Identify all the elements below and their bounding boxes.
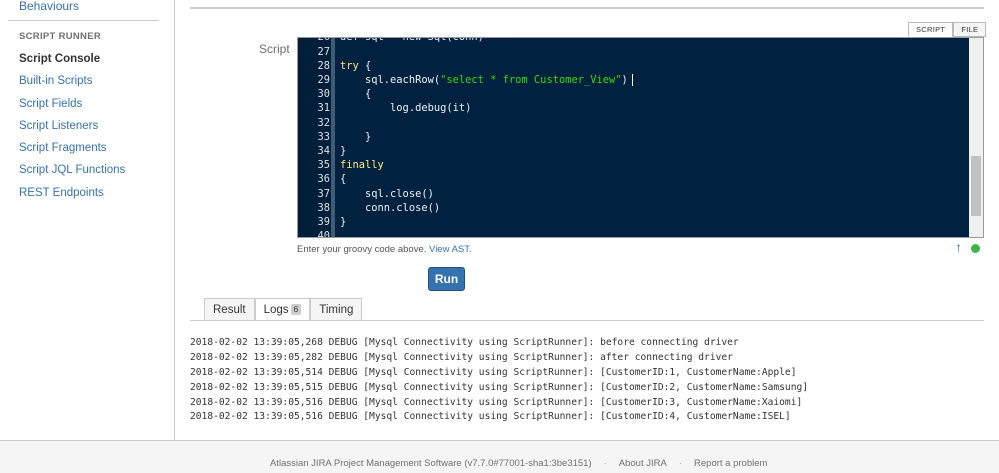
code-line: { [340, 87, 371, 101]
log-line: 2018-02-02 13:39:05,515 DEBUG [Mysql Con… [190, 381, 808, 396]
code-line: { [340, 172, 346, 186]
run-button[interactable]: Run [428, 267, 465, 291]
editor-scrollbar[interactable] [969, 38, 983, 237]
footer: Atlassian JIRA Project Management Softwa… [0, 440, 999, 473]
sidebar-item-rest-endpoints[interactable]: REST Endpoints [19, 185, 125, 207]
log-line: 2018-02-02 13:39:05,268 DEBUG [Mysql Con… [190, 336, 808, 351]
line-number: 30 [298, 87, 330, 101]
line-number: 36 [298, 172, 330, 186]
view-ast-link[interactable]: View AST [429, 244, 469, 255]
tab-file[interactable]: FILE [953, 22, 986, 37]
code-editor[interactable]: 26 def sql = new Sql(conn) 2728 try { 29 sql… [297, 37, 984, 238]
code-line: } [340, 144, 346, 158]
log-output: 2018-02-02 13:39:05,268 DEBUG [Mysql Con… [190, 336, 808, 425]
status-ok-icon [971, 244, 980, 253]
sidebar-item-script-fields[interactable]: Script Fields [19, 96, 125, 118]
line-number: 27 [298, 45, 330, 59]
code-line: def sql = new Sql(conn) [340, 37, 484, 45]
sidebar-item-script-console[interactable]: Script Console [19, 51, 125, 73]
line-number: 38 [298, 201, 330, 215]
editor-hint: Enter your groovy code above. View AST. [297, 244, 472, 255]
footer-separator: · [604, 458, 607, 469]
tab-timing-label: Timing [319, 304, 353, 316]
about-jira-link[interactable]: About JIRA [619, 458, 667, 469]
line-number: 26 [298, 37, 330, 45]
code-line: finally [340, 158, 384, 172]
text-cursor [632, 74, 633, 86]
log-line: 2018-02-02 13:39:05,516 DEBUG [Mysql Con… [190, 396, 808, 411]
tab-timing[interactable]: Timing [310, 298, 362, 321]
sidebar-nav: Script Console Built-in Scripts Script F… [19, 51, 125, 207]
line-number: 34 [298, 144, 330, 158]
line-number: 28 [298, 59, 330, 73]
sidebar-section-title: SCRIPT RUNNER [19, 31, 101, 42]
script-label: Script [259, 42, 290, 56]
editor-mode-tabs: SCRIPT FILE [908, 22, 986, 37]
tab-logs[interactable]: Logs6 [255, 298, 311, 321]
sidebar-item-built-in-scripts[interactable]: Built-in Scripts [19, 73, 125, 95]
tabs-divider [190, 320, 984, 321]
log-line: 2018-02-02 13:39:05,516 DEBUG [Mysql Con… [190, 410, 808, 425]
sidebar-item-behaviours[interactable]: Behaviours [19, 0, 79, 13]
footer-software: Atlassian JIRA Project Management Softwa… [270, 458, 592, 469]
tab-logs-label: Logs [264, 304, 289, 316]
line-number: 35 [298, 158, 330, 172]
code-line: conn.close() [340, 201, 440, 215]
tab-script[interactable]: SCRIPT [908, 22, 953, 37]
line-number: 37 [298, 187, 330, 201]
sidebar: Behaviours SCRIPT RUNNER Script Console … [0, 0, 175, 440]
hint-suffix: . [469, 244, 472, 255]
code-line: log.debug(it) [340, 101, 471, 115]
log-line: 2018-02-02 13:39:05,282 DEBUG [Mysql Con… [190, 351, 808, 366]
result-tabs: Result Logs6 Timing [204, 298, 362, 321]
line-number: 29 [298, 73, 330, 87]
footer-separator: · [679, 458, 682, 469]
code-line: try { [340, 59, 371, 73]
line-number: 33 [298, 130, 330, 144]
logs-count-badge: 6 [291, 304, 302, 315]
sidebar-item-script-listeners[interactable]: Script Listeners [19, 118, 125, 140]
line-number: 32 [298, 116, 330, 130]
code-line: sql.close() [340, 187, 434, 201]
hint-text: Enter your groovy code above. [297, 244, 426, 255]
arrow-up-icon[interactable]: ↑ [955, 239, 962, 255]
editor-scroll-thumb[interactable] [971, 156, 981, 216]
line-number: 40 [298, 229, 330, 238]
line-number: 39 [298, 215, 330, 229]
code-line: } [340, 215, 346, 229]
tab-result[interactable]: Result [204, 298, 255, 321]
code-line: sql.eachRow("select * from Customer_View… [340, 73, 633, 87]
top-divider [190, 7, 984, 9]
line-number: 31 [298, 101, 330, 115]
log-line: 2018-02-02 13:39:05,514 DEBUG [Mysql Con… [190, 366, 808, 381]
tab-result-label: Result [213, 304, 246, 316]
code-line: } [340, 130, 371, 144]
sidebar-divider [8, 20, 159, 21]
report-problem-link[interactable]: Report a problem [694, 458, 767, 469]
sidebar-item-script-jql-functions[interactable]: Script JQL Functions [19, 162, 125, 184]
sidebar-item-script-fragments[interactable]: Script Fragments [19, 140, 125, 162]
